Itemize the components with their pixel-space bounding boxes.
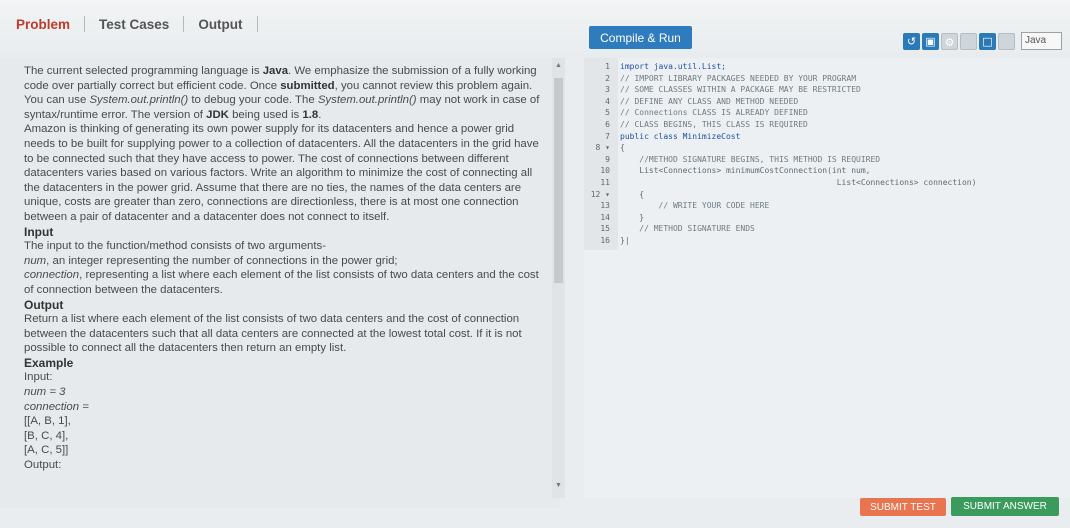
code-text: // IMPORT LIBRARY PACKAGES NEEDED BY YOU…: [620, 73, 857, 83]
code-text: // Connections CLASS IS ALREADY DEFINED: [620, 108, 808, 118]
line-number: 2: [605, 73, 610, 83]
reset-icon[interactable]: ↺: [903, 32, 920, 50]
tab-test-cases[interactable]: Test Cases: [85, 17, 183, 32]
intro-paragraph: The current selected programming languag…: [24, 65, 540, 121]
line-number: 16: [600, 236, 610, 245]
code-line[interactable]: 14 }: [584, 213, 1070, 225]
code-line[interactable]: 11 List<Connections> connection): [584, 178, 1070, 190]
example-input-label: Input:: [24, 371, 53, 384]
line-number: 13: [600, 201, 610, 211]
code-line[interactable]: 4 // DEFINE ANY CLASS AND METHOD NEEDED: [584, 97, 1070, 109]
code-line[interactable]: 7 public class MinimizeCost: [584, 132, 1070, 144]
line-number: 1: [605, 62, 610, 71]
settings-icon[interactable]: ⚙: [941, 32, 958, 50]
code-text: //METHOD SIGNATURE BEGINS, THIS METHOD I…: [620, 154, 881, 164]
line-number: 12 ▾: [590, 189, 610, 199]
code-text: {: [620, 189, 645, 199]
code-text: List<Connections> connection): [620, 178, 977, 187]
code-text: {: [620, 143, 625, 153]
problem-description: The current selected programming languag…: [24, 64, 542, 473]
top-bar: Problem Test Cases Output Compile & Run …: [0, 0, 1070, 58]
example-connection: connection =: [24, 400, 89, 413]
problem-panel: The current selected programming languag…: [0, 58, 560, 508]
code-text: public class MinimizeCost: [620, 131, 741, 141]
line-number: 5: [605, 108, 610, 118]
code-text: import java.util.List;: [620, 62, 726, 71]
code-text: }|: [620, 236, 630, 245]
scroll-down-icon[interactable]: ▼: [555, 482, 562, 489]
line-number: 3: [605, 85, 610, 95]
problem-statement: Amazon is thinking of generating its own…: [24, 123, 539, 223]
line-number: 15: [600, 224, 610, 234]
code-line[interactable]: 2 // IMPORT LIBRARY PACKAGES NEEDED BY YO…: [584, 74, 1070, 86]
tab-bar: Problem Test Cases Output: [14, 16, 258, 32]
save-icon[interactable]: ▣: [922, 32, 939, 50]
line-number: 14: [600, 212, 610, 222]
problem-scrollbar[interactable]: ▲ ▼: [552, 58, 565, 498]
panel-icon[interactable]: [998, 32, 1015, 50]
scroll-up-icon[interactable]: ▲: [555, 62, 562, 69]
layout-icon[interactable]: [960, 32, 977, 50]
code-line[interactable]: 10 List<Connections> minimumCostConnecti…: [584, 166, 1070, 178]
tab-divider: [256, 16, 258, 32]
code-line[interactable]: 16 }|: [584, 236, 1070, 248]
output-description: Return a list where each element of the …: [24, 313, 522, 355]
line-number: 6: [605, 120, 610, 129]
example-row: [A, C, 5]]: [24, 444, 69, 457]
tab-output[interactable]: Output: [184, 17, 256, 32]
code-line[interactable]: 8 ▾ {: [584, 143, 1070, 155]
editor-toolbar: ↺ ▣ ⚙ □ Java: [903, 32, 1062, 50]
code-text: }: [620, 212, 645, 222]
compile-run-button[interactable]: Compile & Run: [589, 26, 692, 49]
example-num: num = 3: [24, 386, 66, 399]
arg-connection: connection, representing a list where ea…: [24, 269, 539, 296]
maximize-icon[interactable]: □: [979, 32, 996, 50]
code-line[interactable]: 3 // SOME CLASSES WITHIN A PACKAGE MAY BE…: [584, 85, 1070, 97]
line-number: 11: [600, 178, 610, 187]
input-description: The input to the function/method consist…: [24, 240, 327, 253]
example-row: [B, C, 4],: [24, 429, 69, 442]
line-number: 9: [605, 154, 610, 164]
code-text: // WRITE YOUR CODE HERE: [620, 201, 770, 211]
scroll-thumb[interactable]: [554, 78, 563, 283]
example-row: [[A, B, 1],: [24, 415, 71, 428]
input-heading: Input: [24, 224, 54, 239]
code-line[interactable]: 12 ▾ {: [584, 190, 1070, 202]
code-line[interactable]: 13 // WRITE YOUR CODE HERE: [584, 201, 1070, 213]
code-text: List<Connections> minimumCostConnection(…: [620, 166, 871, 176]
code-text: // CLASS BEGINS, THIS CLASS IS REQUIRED: [620, 120, 808, 129]
code-line[interactable]: 9 //METHOD SIGNATURE BEGINS, THIS METHOD…: [584, 155, 1070, 167]
code-text: // METHOD SIGNATURE ENDS: [620, 224, 755, 234]
example-output-label: Output:: [24, 459, 62, 472]
language-select[interactable]: Java: [1021, 32, 1062, 50]
code-line[interactable]: 5 // Connections CLASS IS ALREADY DEFINED: [584, 108, 1070, 120]
line-number: 7: [605, 131, 610, 141]
arg-num: num, an integer representing the number …: [24, 254, 398, 267]
tab-problem[interactable]: Problem: [14, 17, 84, 32]
code-text: // DEFINE ANY CLASS AND METHOD NEEDED: [620, 96, 799, 106]
output-heading: Output: [24, 297, 64, 312]
line-number: 10: [600, 166, 610, 176]
line-number: 4: [605, 96, 610, 106]
submit-test-button[interactable]: SUBMIT TEST: [860, 498, 946, 516]
code-line[interactable]: 1 import java.util.List;: [584, 62, 1070, 74]
code-line[interactable]: 6 // CLASS BEGINS, THIS CLASS IS REQUIRED: [584, 120, 1070, 132]
code-editor[interactable]: 1 import java.util.List; 2 // IMPORT LIBRAR…: [584, 58, 1070, 498]
code-text: // SOME CLASSES WITHIN A PACKAGE MAY BE …: [620, 85, 861, 95]
code-line[interactable]: 15 // METHOD SIGNATURE ENDS: [584, 224, 1070, 236]
example-heading: Example: [24, 355, 74, 370]
line-number: 8 ▾: [595, 143, 610, 153]
submit-answer-button[interactable]: SUBMIT ANSWER: [951, 497, 1059, 516]
